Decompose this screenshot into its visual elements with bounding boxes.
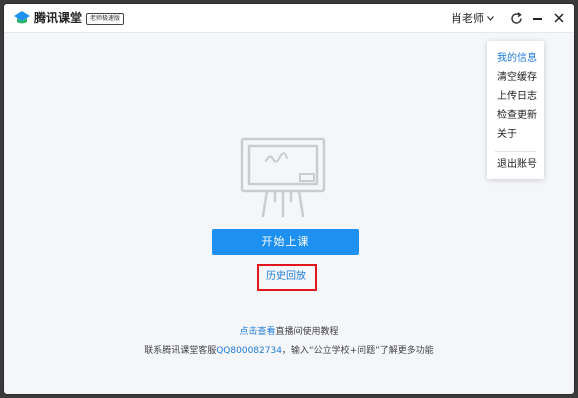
menu-item-check-update[interactable]: 检查更新 xyxy=(497,109,537,122)
title-bar: 腾讯课堂 老师极速版 肖老师 xyxy=(4,4,574,33)
menu-divider xyxy=(495,151,536,152)
contact-suffix: ，输入“公立学校+问题”了解更多功能 xyxy=(281,346,434,356)
user-dropdown-menu: 我的信息 清空缓存 上传日志 检查更新 关于 退出账号 xyxy=(487,41,544,179)
menu-item-upload-log[interactable]: 上传日志 xyxy=(497,90,537,103)
contact-prefix: 联系腾讯课堂客服 xyxy=(144,346,217,356)
history-replay-link[interactable]: 历史回放 xyxy=(266,270,306,283)
refresh-icon[interactable] xyxy=(510,12,523,25)
app-window: 腾讯课堂 老师极速版 肖老师 我的信息 清空缓存 上传日志 检查更新 关于 退出… xyxy=(3,3,575,395)
menu-item-about[interactable]: 关于 xyxy=(497,128,517,141)
chevron-down-icon[interactable] xyxy=(487,16,494,21)
menu-item-my-info[interactable]: 我的信息 xyxy=(497,52,537,65)
menu-item-logout[interactable]: 退出账号 xyxy=(497,158,537,171)
close-icon[interactable] xyxy=(554,13,564,23)
whiteboard-icon xyxy=(240,137,326,218)
start-class-button[interactable]: 开始上课 xyxy=(212,229,359,255)
view-tutorial-link[interactable]: 点击查看 xyxy=(239,327,275,337)
qq-contact-link[interactable]: QQ800082734 xyxy=(216,346,282,356)
tutorial-label: 直播间使用教程 xyxy=(275,327,339,337)
help-text: 点击查看直播间使用教程 xyxy=(4,326,574,338)
user-menu-name[interactable]: 肖老师 xyxy=(451,12,484,26)
contact-text: 联系腾讯课堂客服QQ800082734，输入“公立学校+问题”了解更多功能 xyxy=(4,345,574,357)
menu-item-clear-cache[interactable]: 清空缓存 xyxy=(497,71,537,84)
logo-icon xyxy=(14,11,30,24)
app-title: 腾讯课堂 xyxy=(34,11,83,25)
minimize-icon[interactable] xyxy=(533,18,542,20)
edition-badge: 老师极速版 xyxy=(86,13,125,25)
